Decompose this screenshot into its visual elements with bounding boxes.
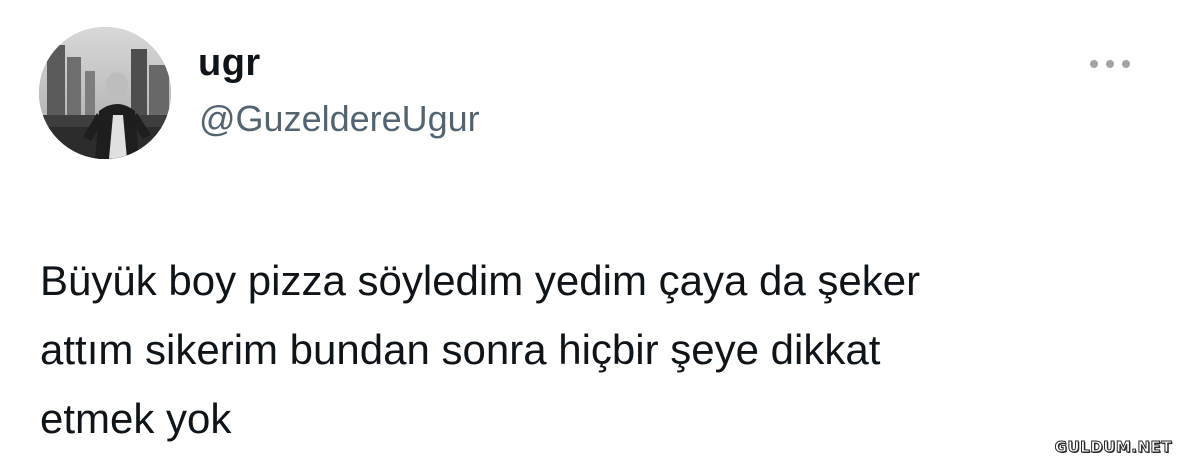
user-handle[interactable]: @GuzeldereUgur [199,101,480,137]
display-name[interactable]: ugr [198,44,261,82]
tweet-text-line: attım sikerim bundan sonra hiçbir şeye d… [40,326,881,373]
more-options-button[interactable] [1090,54,1130,74]
more-horizontal-icon-dot [1106,60,1114,68]
more-horizontal-icon-dot [1122,60,1130,68]
tweet-text-line: etmek yok [40,395,232,442]
tweet-text-line: Büyük boy pizza söyledim yedim çaya da ş… [40,257,921,304]
tweet-text: Büyük boy pizza söyledim yedim çaya da ş… [40,246,1140,453]
more-horizontal-icon-dot [1090,60,1098,68]
avatar[interactable] [39,27,171,159]
avatar-photo [39,27,171,159]
tweet-card: ugr @GuzeldereUgur Büyük boy pizza söyle… [0,0,1179,464]
watermark-logo: GULDUM.NET [1054,438,1172,457]
